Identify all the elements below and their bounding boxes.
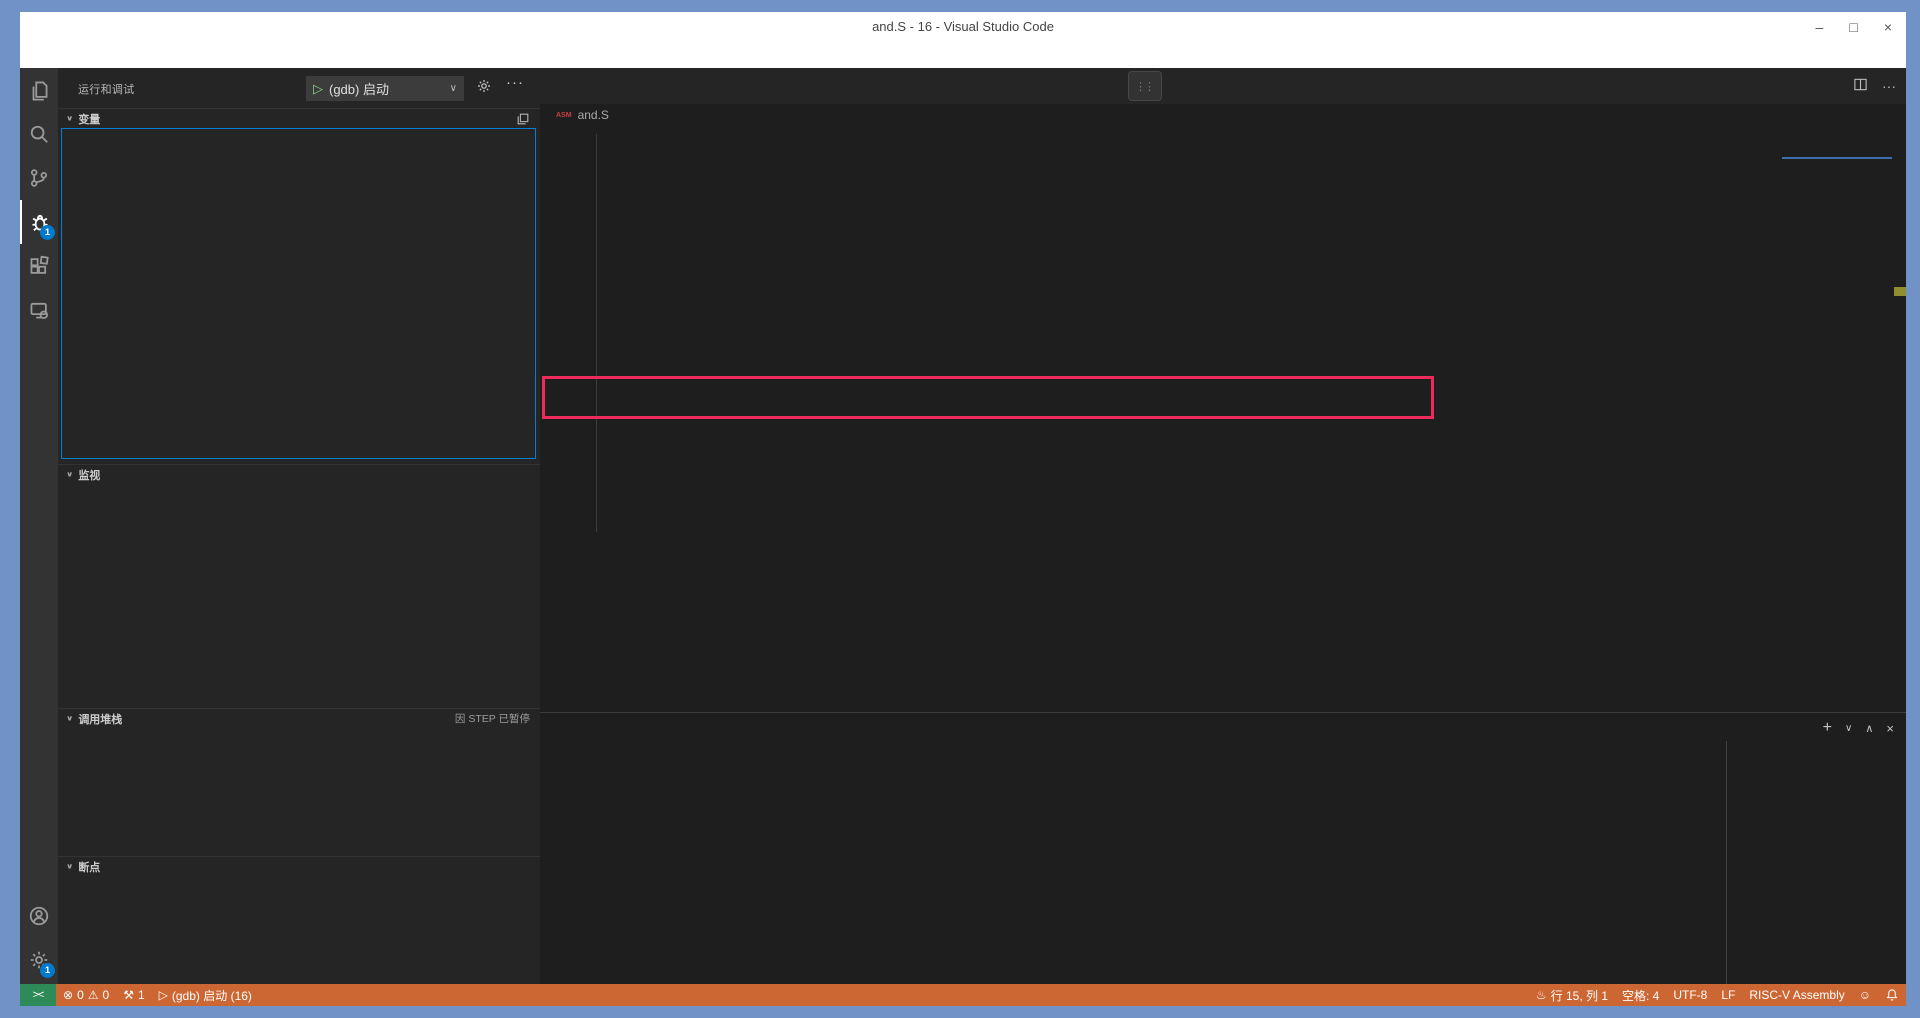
minimap-cursor <box>1782 157 1892 159</box>
source-control-icon[interactable] <box>20 156 58 200</box>
breadcrumb-file: and.S <box>578 108 609 122</box>
problems-status[interactable]: ⊗ 0 ⚠ 0 <box>56 984 116 1006</box>
terminal-dropdown-icon[interactable]: ∨ <box>1845 723 1852 734</box>
menubar <box>20 42 1906 68</box>
status-bar-right: ♨ 行 15, 列 1 空格: 4 UTF-8 LF RISC-V Assemb… <box>1529 984 1906 1006</box>
debug-badge: 1 <box>40 225 55 240</box>
run-debug-icon[interactable]: 1 <box>20 200 58 244</box>
line-col-label: 行 15, 列 1 <box>1551 987 1608 1004</box>
settings-badge: 1 <box>40 963 55 978</box>
variables-section-header[interactable]: ∨ 变量 <box>58 108 540 128</box>
indent-label: 空格: 4 <box>1622 987 1659 1004</box>
notifications-status[interactable] <box>1878 984 1906 1006</box>
encoding-status[interactable]: UTF-8 <box>1666 984 1714 1006</box>
debug-status-label: (gdb) 启动 (16) <box>172 987 252 1004</box>
watch-title: 监视 <box>78 467 100 483</box>
code-editor[interactable] <box>540 126 1906 712</box>
flame-icon: ♨ <box>1536 988 1547 1002</box>
callstack-status: 因 STEP 已暂停 <box>455 711 530 726</box>
editor-area: ··· ⋮⋮ ASM and.S + ∨ ∧ × <box>540 68 1906 984</box>
window-title: and.S - 16 - Visual Studio Code <box>20 19 1906 34</box>
tasks-count: 1 <box>138 988 145 1002</box>
launch-config-label: (gdb) 启动 <box>329 79 389 98</box>
language-status[interactable]: RISC-V Assembly <box>1742 984 1851 1006</box>
sidebar-header: 运行和调试 ▷ (gdb) 启动 ∨ ··· <box>58 68 540 108</box>
errors-count: 0 <box>77 988 84 1002</box>
launch-config-select[interactable]: ▷ (gdb) 启动 ∨ <box>306 76 464 101</box>
search-icon[interactable] <box>20 112 58 156</box>
chevron-down-icon: ∨ <box>66 862 73 871</box>
language-label: RISC-V Assembly <box>1749 988 1844 1002</box>
variables-title: 变量 <box>78 111 100 127</box>
vscode-window: and.S - 16 - Visual Studio Code – □ × 1 <box>20 12 1906 1006</box>
debug-toolbar: ⋮⋮ <box>1128 71 1162 101</box>
annotation-box-code <box>542 376 1434 419</box>
indent-guide <box>596 134 597 532</box>
activity-bar-bottom: 1 <box>20 894 58 982</box>
chevron-down-icon: ∨ <box>66 114 73 123</box>
desktop: { "colors":{"annotation":"#ef2b5c","stat… <box>0 0 1920 1018</box>
chevron-down-icon: ∨ <box>66 470 73 479</box>
remote-explorer-icon[interactable] <box>20 288 58 332</box>
feedback-status[interactable]: ☺ <box>1852 984 1878 1006</box>
maximize-panel-icon[interactable]: ∧ <box>1865 722 1873 735</box>
chevron-down-icon: ∨ <box>66 714 73 723</box>
new-terminal-icon[interactable]: + <box>1823 719 1832 737</box>
callstack-section-header[interactable]: ∨ 调用堆栈 因 STEP 已暂停 <box>58 708 540 728</box>
editor-tabbar <box>540 68 1906 104</box>
toolbar-drag-handle[interactable]: ⋮⋮ <box>1135 80 1153 93</box>
debug-status[interactable]: ▷ (gdb) 启动 (16) <box>152 984 259 1006</box>
feedback-icon: ☺ <box>1859 988 1871 1002</box>
eol-label: LF <box>1721 988 1735 1002</box>
encoding-label: UTF-8 <box>1673 988 1707 1002</box>
panel-actions: + ∨ ∧ × <box>1823 719 1894 737</box>
errors-icon: ⊗ <box>63 988 73 1002</box>
overview-ruler-mark <box>1894 287 1906 296</box>
editor-more-icon[interactable]: ··· <box>1882 78 1896 94</box>
status-bar: >< ⊗ 0 ⚠ 0 ⚒ 1 ▷ (gdb) 启动 (16) ♨ 行 15, 列… <box>20 984 1906 1006</box>
tasks-status[interactable]: ⚒ 1 <box>116 984 151 1006</box>
warnings-count: 0 <box>103 988 110 1002</box>
minimap[interactable] <box>1782 130 1892 176</box>
breakpoints-section-header[interactable]: ∨ 断点 <box>58 856 540 876</box>
activity-bar: 1 1 <box>20 68 58 984</box>
tabbar-actions: ··· <box>1853 77 1896 95</box>
watch-section-header[interactable]: ∨ 监视 <box>58 464 540 484</box>
terminal-instance-list <box>1726 741 1906 984</box>
tasks-icon: ⚒ <box>123 988 134 1002</box>
sidebar-more-icon[interactable]: ··· <box>506 74 524 91</box>
restore-icon[interactable]: □ <box>1849 19 1857 35</box>
settings-gear-icon[interactable]: 1 <box>20 938 58 982</box>
indentation-status[interactable]: 空格: 4 <box>1615 984 1666 1006</box>
minimize-icon[interactable]: – <box>1816 19 1824 35</box>
start-debug-icon[interactable]: ▷ <box>313 81 323 97</box>
variables-tree[interactable] <box>61 128 536 459</box>
debug-run-icon: ▷ <box>159 988 168 1002</box>
remote-icon: >< <box>33 989 44 1001</box>
debug-sidebar: 运行和调试 ▷ (gdb) 启动 ∨ ··· ∨ 变量 ∨ 监视 ∨ <box>58 68 540 984</box>
account-icon[interactable] <box>20 894 58 938</box>
close-icon[interactable]: × <box>1884 19 1892 35</box>
close-panel-icon[interactable]: × <box>1886 721 1894 736</box>
split-editor-icon[interactable] <box>1853 77 1868 95</box>
remote-indicator[interactable]: >< <box>20 984 56 1006</box>
panel: + ∨ ∧ × <box>540 712 1906 984</box>
sidebar-title: 运行和调试 <box>78 81 135 97</box>
terminal-output[interactable] <box>554 749 1720 980</box>
window-controls: – □ × <box>1816 12 1900 42</box>
extensions-icon[interactable] <box>20 244 58 288</box>
callstack-title: 调用堆栈 <box>78 711 122 727</box>
chevron-down-icon: ∨ <box>450 83 457 94</box>
titlebar: and.S - 16 - Visual Studio Code – □ × <box>20 12 1906 42</box>
warnings-icon: ⚠ <box>88 988 99 1002</box>
eol-status[interactable]: LF <box>1714 984 1742 1006</box>
breakpoints-title: 断点 <box>78 859 100 875</box>
open-panel-icon[interactable] <box>516 112 530 126</box>
asm-file-icon: ASM <box>556 112 572 119</box>
explorer-icon[interactable] <box>20 68 58 112</box>
cursor-position[interactable]: ♨ 行 15, 列 1 <box>1529 984 1615 1006</box>
bell-icon <box>1885 988 1899 1002</box>
launch-gear-icon[interactable] <box>476 78 492 97</box>
breadcrumb[interactable]: ASM and.S <box>540 104 1906 126</box>
